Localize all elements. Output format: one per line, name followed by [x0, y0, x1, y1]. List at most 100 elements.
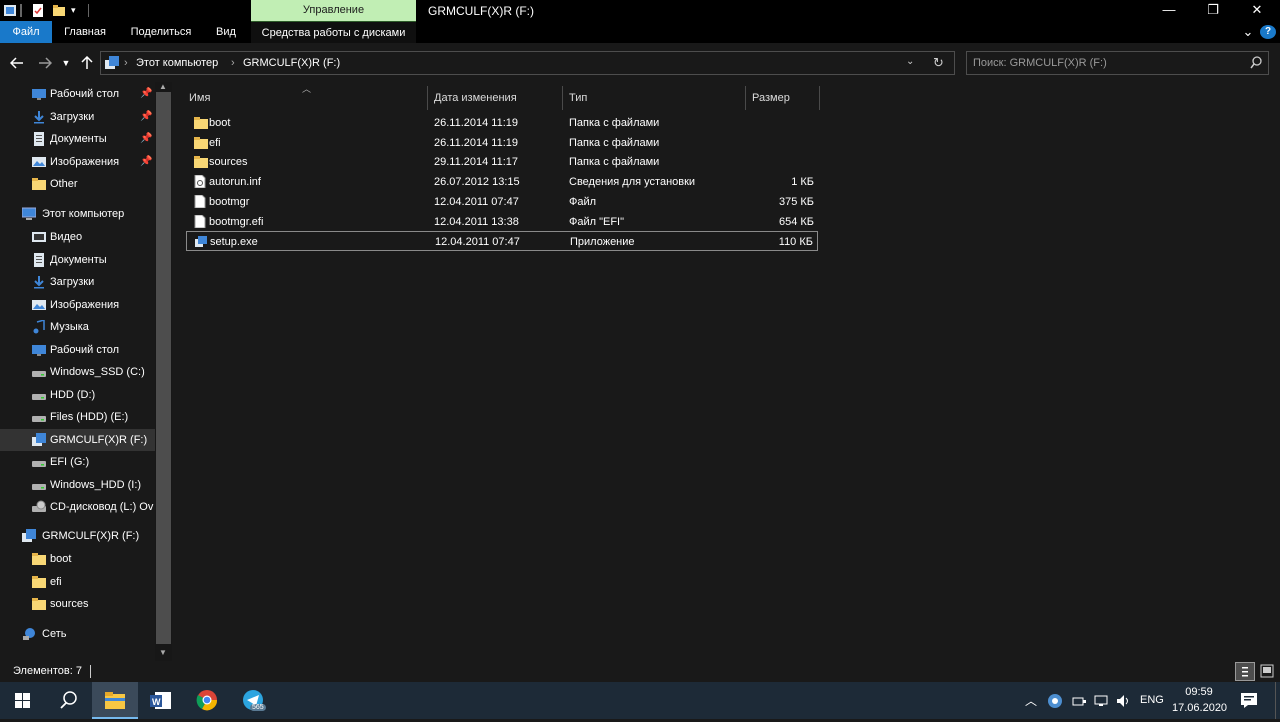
item-count: Элементов: 7	[13, 665, 82, 677]
sidebar-item-pc[interactable]: Files (HDD) (E:)	[0, 406, 155, 428]
column-header-name[interactable]: Имя	[184, 86, 428, 110]
sidebar-item-this-pc[interactable]: Этот компьютер	[0, 203, 155, 225]
recent-locations-button[interactable]: ▼	[58, 53, 74, 73]
file-name: sources	[209, 156, 248, 169]
usb-device-icon[interactable]	[1071, 693, 1087, 712]
tab-view[interactable]: Вид	[204, 21, 248, 43]
search-input[interactable]	[973, 55, 1243, 71]
search-icon[interactable]	[1250, 56, 1262, 72]
folder-icon	[32, 177, 46, 191]
properties-icon[interactable]	[32, 4, 44, 17]
sidebar-item-pc[interactable]: HDD (D:)	[0, 384, 155, 406]
column-header-size[interactable]: Размер	[746, 86, 820, 110]
sidebar-item-pc[interactable]: Видео	[0, 226, 155, 248]
address-bar[interactable]: › Этот компьютер › GRMCULF(X)R (F:) ⌄ ↻	[100, 51, 955, 75]
maximize-button[interactable]: ❐	[1190, 0, 1236, 21]
sidebar-scrollbar[interactable]: ▲ ▼	[155, 82, 172, 661]
scroll-up-icon[interactable]: ▲	[159, 82, 167, 91]
folder-icon	[32, 552, 46, 566]
file-row[interactable]: setup.exe 12.04.2011 07:47 Приложение 11…	[186, 231, 818, 252]
refresh-icon[interactable]: ↻	[933, 55, 944, 71]
close-button[interactable]: ✕	[1234, 0, 1280, 21]
clock-date[interactable]: 17.06.2020	[1172, 702, 1227, 714]
sidebar-item-pc[interactable]: Музыка	[0, 316, 155, 338]
weather-icon[interactable]	[1047, 693, 1063, 712]
file-date: 29.11.2014 11:17	[434, 156, 519, 169]
minimize-button[interactable]: —	[1146, 0, 1192, 21]
network-icon[interactable]	[1093, 693, 1109, 712]
tab-home[interactable]: Главная	[54, 21, 116, 43]
address-dropdown-icon[interactable]: ⌄	[906, 56, 914, 67]
scroll-down-icon[interactable]: ▼	[159, 648, 167, 657]
sidebar-item-quick-access[interactable]: Изображения 📌	[0, 151, 155, 173]
help-icon[interactable]: ?	[1260, 25, 1276, 39]
large-icons-view-button[interactable]	[1258, 663, 1276, 680]
sidebar-item-pc[interactable]: Windows_HDD (I:)	[0, 474, 155, 496]
file-row[interactable]: bootmgr.efi 12.04.2011 13:38 Файл "EFI" …	[186, 212, 818, 232]
sidebar-item-network[interactable]: Сеть	[0, 623, 155, 645]
sidebar-item-pc[interactable]: GRMCULF(X)R (F:)	[0, 428, 155, 451]
scrollbar-thumb[interactable]	[156, 92, 171, 644]
clock-time[interactable]: 09:59	[1172, 686, 1226, 698]
sidebar-item-pc[interactable]: CD-дисковод (L:) Ov	[0, 496, 155, 518]
pin-icon[interactable]: 📌	[140, 106, 152, 128]
volume-icon[interactable]	[1115, 693, 1131, 712]
sidebar-item-pc[interactable]: Документы	[0, 249, 155, 271]
tab-file[interactable]: Файл	[0, 21, 52, 43]
svg-text:W: W	[152, 697, 161, 707]
notifications-icon[interactable]	[1240, 692, 1258, 712]
sidebar-item-quick-access[interactable]: Документы 📌	[0, 128, 155, 150]
taskbar-explorer[interactable]	[92, 682, 138, 719]
back-button[interactable]	[6, 53, 28, 73]
sidebar-item-folder[interactable]: boot	[0, 548, 155, 570]
sidebar-item-drive-root[interactable]: GRMCULF(X)R (F:)	[0, 525, 155, 547]
forward-button[interactable]	[34, 53, 56, 73]
explorer-app-icon[interactable]	[4, 4, 16, 17]
taskbar-chrome[interactable]	[184, 682, 230, 719]
pin-icon[interactable]: 📌	[140, 151, 152, 173]
taskbar-telegram[interactable]: 565	[230, 682, 276, 719]
sidebar-item-folder[interactable]: efi	[0, 571, 155, 593]
sidebar-item-label: Документы	[50, 133, 107, 145]
tab-manage-context[interactable]: Управление	[251, 0, 416, 21]
file-row[interactable]: bootmgr 12.04.2011 07:47 Файл 375 КБ	[186, 192, 818, 212]
sidebar-item-label: Сеть	[42, 628, 67, 640]
sidebar-item-pc[interactable]: Рабочий стол	[0, 339, 155, 361]
start-button[interactable]	[0, 682, 46, 719]
sidebar-item-pc[interactable]: Загрузки	[0, 271, 155, 293]
sidebar-item-quick-access[interactable]: Загрузки 📌	[0, 106, 155, 128]
sidebar-item-quick-access[interactable]: Other	[0, 173, 155, 195]
tab-drive-tools[interactable]: Средства работы с дисками	[251, 21, 416, 43]
sidebar-item-pc[interactable]: EFI (G:)	[0, 451, 155, 473]
file-row[interactable]: boot 26.11.2014 11:19 Папка с файлами	[186, 113, 818, 133]
column-header-date[interactable]: Дата изменения	[428, 86, 563, 110]
new-folder-icon[interactable]	[53, 4, 65, 17]
tab-share[interactable]: Поделиться	[122, 21, 200, 43]
taskbar-word[interactable]: W	[138, 682, 184, 719]
ribbon-expand-icon[interactable]: ⌄	[1240, 21, 1256, 43]
pin-icon[interactable]: 📌	[140, 128, 152, 150]
sidebar-item-label: Windows_SSD (C:)	[50, 366, 145, 378]
title-bar: ▾ Управление GRMCULF(X)R (F:) — ❐ ✕	[0, 0, 1280, 21]
breadcrumb-this-pc[interactable]: Этот компьютер	[136, 57, 218, 69]
show-desktop-button[interactable]	[1275, 682, 1276, 719]
column-header-type[interactable]: Тип	[563, 86, 746, 110]
file-row[interactable]: sources 29.11.2014 11:17 Папка с файлами	[186, 152, 818, 172]
file-type: Файл "EFI"	[569, 215, 625, 228]
pin-icon[interactable]: 📌	[140, 83, 152, 105]
language-indicator[interactable]: ENG	[1140, 694, 1164, 706]
breadcrumb-drive[interactable]: GRMCULF(X)R (F:)	[243, 57, 340, 69]
sidebar-item-pc[interactable]: Изображения	[0, 294, 155, 316]
search-taskbar-button[interactable]	[46, 682, 92, 719]
sidebar-item-folder[interactable]: sources	[0, 593, 155, 615]
customize-quick-access-icon[interactable]: ▾	[71, 4, 83, 17]
file-row[interactable]: autorun.inf 26.07.2012 13:15 Сведения дл…	[186, 172, 818, 192]
breadcrumb-separator: ›	[124, 57, 128, 69]
details-view-button[interactable]	[1235, 662, 1255, 681]
file-row[interactable]: efi 26.11.2014 11:19 Папка с файлами	[186, 133, 818, 153]
sidebar-item-label: GRMCULF(X)R (F:)	[42, 530, 140, 542]
sidebar-item-quick-access[interactable]: Рабочий стол 📌	[0, 83, 155, 105]
sidebar-item-pc[interactable]: Windows_SSD (C:)	[0, 361, 155, 383]
show-hidden-icons-icon[interactable]: ︿	[1025, 692, 1037, 709]
up-button[interactable]	[76, 53, 98, 73]
